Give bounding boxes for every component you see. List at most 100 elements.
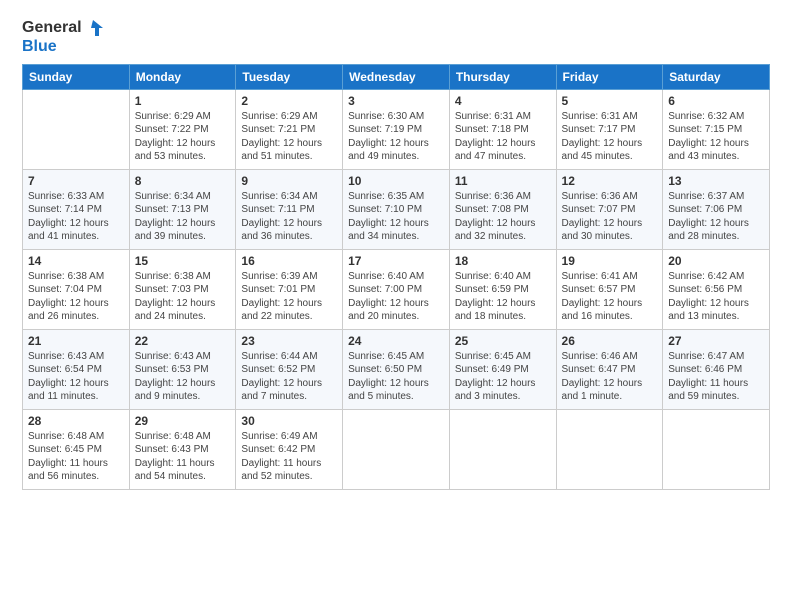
cell-detail: Sunrise: 6:30 AM Sunset: 7:19 PM Dayligh… bbox=[348, 110, 444, 164]
day-number: 26 bbox=[562, 334, 658, 348]
calendar-cell: 9 Sunrise: 6:34 AM Sunset: 7:11 PM Daylig… bbox=[236, 169, 343, 249]
day-number: 1 bbox=[135, 94, 231, 108]
day-number: 30 bbox=[241, 414, 337, 428]
week-row-5: 28 Sunrise: 6:48 AM Sunset: 6:45 PM Dayli… bbox=[23, 409, 770, 489]
cell-detail: Sunrise: 6:44 AM Sunset: 6:52 PM Dayligh… bbox=[241, 350, 337, 404]
day-number: 27 bbox=[668, 334, 764, 348]
col-header-sunday: Sunday bbox=[23, 64, 130, 89]
cell-detail: Sunrise: 6:45 AM Sunset: 6:50 PM Dayligh… bbox=[348, 350, 444, 404]
cell-detail: Sunrise: 6:29 AM Sunset: 7:21 PM Dayligh… bbox=[241, 110, 337, 164]
day-number: 14 bbox=[28, 254, 124, 268]
calendar-table: SundayMondayTuesdayWednesdayThursdayFrid… bbox=[22, 64, 770, 490]
calendar-cell: 29Sunrise: 6:48 AM Sunset: 6:43 PM Dayli… bbox=[129, 409, 236, 489]
calendar-cell: 2 Sunrise: 6:29 AM Sunset: 7:21 PM Daylig… bbox=[236, 89, 343, 169]
day-number: 21 bbox=[28, 334, 124, 348]
calendar-cell: 18 Sunrise: 6:40 AM Sunset: 6:59 PM Dayli… bbox=[449, 249, 556, 329]
cell-detail: Sunrise: 6:40 AM Sunset: 6:59 PM Dayligh… bbox=[455, 270, 551, 324]
calendar-cell: 24 Sunrise: 6:45 AM Sunset: 6:50 PM Dayli… bbox=[343, 329, 450, 409]
day-number: 20 bbox=[668, 254, 764, 268]
cell-detail: Sunrise: 6:37 AM Sunset: 7:06 PM Dayligh… bbox=[668, 190, 764, 244]
calendar-header: SundayMondayTuesdayWednesdayThursdayFrid… bbox=[23, 64, 770, 89]
calendar-cell: 27 Sunrise: 6:47 AM Sunset: 6:46 PM Dayli… bbox=[663, 329, 770, 409]
cell-detail: Sunrise: 6:31 AM Sunset: 7:18 PM Dayligh… bbox=[455, 110, 551, 164]
cell-detail: Sunrise: 6:47 AM Sunset: 6:46 PM Dayligh… bbox=[668, 350, 764, 404]
logo: General Blue bbox=[22, 18, 105, 56]
cell-detail: Sunrise: 6:33 AM Sunset: 7:14 PM Dayligh… bbox=[28, 190, 124, 244]
cell-detail: Sunrise: 6:45 AM Sunset: 6:49 PM Dayligh… bbox=[455, 350, 551, 404]
cell-detail: Sunrise: 6:36 AM Sunset: 7:08 PM Dayligh… bbox=[455, 190, 551, 244]
day-number: 15 bbox=[135, 254, 231, 268]
col-header-friday: Friday bbox=[556, 64, 663, 89]
header: General Blue bbox=[22, 18, 770, 56]
day-number: 8 bbox=[135, 174, 231, 188]
day-number: 7 bbox=[28, 174, 124, 188]
day-number: 11 bbox=[455, 174, 551, 188]
day-number: 9 bbox=[241, 174, 337, 188]
day-number: 4 bbox=[455, 94, 551, 108]
day-number: 12 bbox=[562, 174, 658, 188]
day-number: 25 bbox=[455, 334, 551, 348]
calendar-cell: 3 Sunrise: 6:30 AM Sunset: 7:19 PM Daylig… bbox=[343, 89, 450, 169]
day-number: 23 bbox=[241, 334, 337, 348]
calendar-cell: 28 Sunrise: 6:48 AM Sunset: 6:45 PM Dayli… bbox=[23, 409, 130, 489]
calendar-cell bbox=[343, 409, 450, 489]
calendar-cell: 15 Sunrise: 6:38 AM Sunset: 7:03 PM Dayli… bbox=[129, 249, 236, 329]
day-number: 28 bbox=[28, 414, 124, 428]
day-number: 24 bbox=[348, 334, 444, 348]
day-number: 13 bbox=[668, 174, 764, 188]
calendar-cell: 26 Sunrise: 6:46 AM Sunset: 6:47 PM Dayli… bbox=[556, 329, 663, 409]
day-number: 17 bbox=[348, 254, 444, 268]
calendar-cell: 1 Sunrise: 6:29 AM Sunset: 7:22 PM Daylig… bbox=[129, 89, 236, 169]
calendar-cell: 21 Sunrise: 6:43 AM Sunset: 6:54 PM Dayli… bbox=[23, 329, 130, 409]
calendar-cell: 13 Sunrise: 6:37 AM Sunset: 7:06 PM Dayli… bbox=[663, 169, 770, 249]
week-row-1: 1 Sunrise: 6:29 AM Sunset: 7:22 PM Daylig… bbox=[23, 89, 770, 169]
calendar-cell: 23 Sunrise: 6:44 AM Sunset: 6:52 PM Dayli… bbox=[236, 329, 343, 409]
col-header-saturday: Saturday bbox=[663, 64, 770, 89]
day-number: 3 bbox=[348, 94, 444, 108]
cell-detail: Sunrise: 6:31 AM Sunset: 7:17 PM Dayligh… bbox=[562, 110, 658, 164]
col-header-tuesday: Tuesday bbox=[236, 64, 343, 89]
day-number: 18 bbox=[455, 254, 551, 268]
cell-detail: Sunrise: 6:48 AM Sunset: 6:45 PM Dayligh… bbox=[28, 430, 124, 484]
day-number: 10 bbox=[348, 174, 444, 188]
cell-detail: Sunrise: 6:34 AM Sunset: 7:11 PM Dayligh… bbox=[241, 190, 337, 244]
cell-detail: Sunrise: 6:43 AM Sunset: 6:54 PM Dayligh… bbox=[28, 350, 124, 404]
calendar-cell bbox=[663, 409, 770, 489]
day-number: 5 bbox=[562, 94, 658, 108]
calendar-cell: 8 Sunrise: 6:34 AM Sunset: 7:13 PM Daylig… bbox=[129, 169, 236, 249]
cell-detail: Sunrise: 6:38 AM Sunset: 7:03 PM Dayligh… bbox=[135, 270, 231, 324]
calendar-cell: 11 Sunrise: 6:36 AM Sunset: 7:08 PM Dayli… bbox=[449, 169, 556, 249]
calendar-cell bbox=[556, 409, 663, 489]
col-header-wednesday: Wednesday bbox=[343, 64, 450, 89]
cell-detail: Sunrise: 6:42 AM Sunset: 6:56 PM Dayligh… bbox=[668, 270, 764, 324]
cell-detail: Sunrise: 6:39 AM Sunset: 7:01 PM Dayligh… bbox=[241, 270, 337, 324]
day-number: 29 bbox=[135, 414, 231, 428]
calendar-cell: 10Sunrise: 6:35 AM Sunset: 7:10 PM Dayli… bbox=[343, 169, 450, 249]
calendar-cell: 30Sunrise: 6:49 AM Sunset: 6:42 PM Dayli… bbox=[236, 409, 343, 489]
cell-detail: Sunrise: 6:41 AM Sunset: 6:57 PM Dayligh… bbox=[562, 270, 658, 324]
calendar-cell: 20 Sunrise: 6:42 AM Sunset: 6:56 PM Dayli… bbox=[663, 249, 770, 329]
cell-detail: Sunrise: 6:46 AM Sunset: 6:47 PM Dayligh… bbox=[562, 350, 658, 404]
calendar-cell: 19 Sunrise: 6:41 AM Sunset: 6:57 PM Dayli… bbox=[556, 249, 663, 329]
calendar-cell: 25 Sunrise: 6:45 AM Sunset: 6:49 PM Dayli… bbox=[449, 329, 556, 409]
week-row-3: 14 Sunrise: 6:38 AM Sunset: 7:04 PM Dayli… bbox=[23, 249, 770, 329]
cell-detail: Sunrise: 6:34 AM Sunset: 7:13 PM Dayligh… bbox=[135, 190, 231, 244]
calendar-cell: 7 Sunrise: 6:33 AM Sunset: 7:14 PM Daylig… bbox=[23, 169, 130, 249]
calendar-cell: 16 Sunrise: 6:39 AM Sunset: 7:01 PM Dayli… bbox=[236, 249, 343, 329]
day-number: 22 bbox=[135, 334, 231, 348]
day-number: 6 bbox=[668, 94, 764, 108]
cell-detail: Sunrise: 6:32 AM Sunset: 7:15 PM Dayligh… bbox=[668, 110, 764, 164]
col-header-monday: Monday bbox=[129, 64, 236, 89]
col-header-thursday: Thursday bbox=[449, 64, 556, 89]
cell-detail: Sunrise: 6:29 AM Sunset: 7:22 PM Dayligh… bbox=[135, 110, 231, 164]
day-number: 16 bbox=[241, 254, 337, 268]
day-number: 19 bbox=[562, 254, 658, 268]
calendar-cell: 4 Sunrise: 6:31 AM Sunset: 7:18 PM Daylig… bbox=[449, 89, 556, 169]
header-row: SundayMondayTuesdayWednesdayThursdayFrid… bbox=[23, 64, 770, 89]
day-number: 2 bbox=[241, 94, 337, 108]
calendar-cell bbox=[23, 89, 130, 169]
calendar-cell: 14 Sunrise: 6:38 AM Sunset: 7:04 PM Dayli… bbox=[23, 249, 130, 329]
calendar-cell: 6 Sunrise: 6:32 AM Sunset: 7:15 PM Daylig… bbox=[663, 89, 770, 169]
calendar-cell: 5 Sunrise: 6:31 AM Sunset: 7:17 PM Daylig… bbox=[556, 89, 663, 169]
cell-detail: Sunrise: 6:38 AM Sunset: 7:04 PM Dayligh… bbox=[28, 270, 124, 324]
